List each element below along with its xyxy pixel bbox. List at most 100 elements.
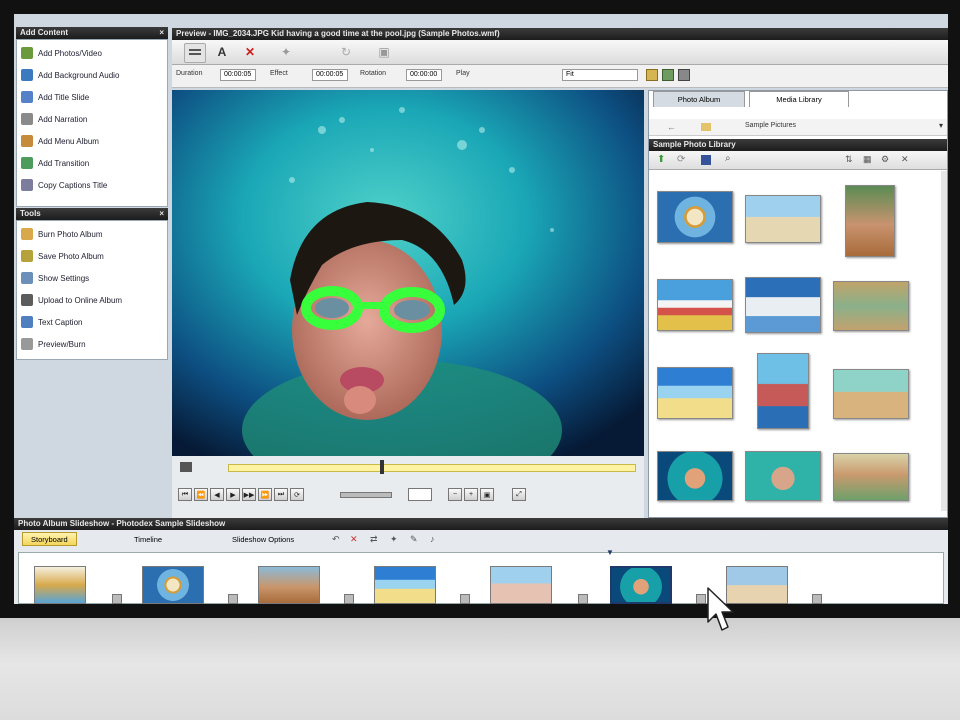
camera-icon[interactable] [678, 69, 690, 81]
photo-preview[interactable] [172, 90, 644, 456]
close-icon[interactable]: × [159, 208, 164, 220]
library-thumb[interactable] [833, 453, 909, 501]
task-add-transition[interactable]: Add Transition [21, 154, 89, 172]
next-slide-button[interactable]: ⏩ [258, 488, 272, 501]
film-icon [180, 462, 192, 472]
library-thumb[interactable] [657, 451, 733, 501]
up-folder-icon[interactable]: ⬆ [657, 154, 665, 165]
gallery-icon[interactable] [662, 69, 674, 81]
refresh-icon[interactable]: ⟳ [677, 154, 685, 165]
library-thumb[interactable] [745, 195, 821, 243]
close-icon[interactable]: × [159, 27, 164, 39]
scrubber-handle[interactable] [380, 460, 384, 474]
rotation-field[interactable]: 00:00:00 [406, 69, 442, 81]
tool-save-album[interactable]: Save Photo Album [21, 247, 104, 265]
folder-icon[interactable] [646, 69, 658, 81]
transition-icon[interactable]: ⇄ [370, 534, 378, 545]
tool-show-settings[interactable]: Show Settings [21, 269, 89, 287]
storyboard-frame-selected[interactable] [610, 566, 672, 604]
storyboard-frame[interactable] [142, 566, 204, 604]
duration-field[interactable]: 00:00:05 [220, 69, 256, 81]
task-add-title[interactable]: Add Title Slide [21, 88, 89, 106]
transition-marker[interactable] [812, 594, 822, 604]
tool-label: Show Settings [38, 273, 90, 283]
tool-burn-album[interactable]: Burn Photo Album [21, 225, 102, 243]
back-icon[interactable]: ← [667, 122, 676, 132]
menu-button[interactable] [184, 43, 206, 63]
task-copy-captions[interactable]: Copy Captions Title [21, 176, 107, 194]
settings-icon[interactable]: ⚙ [881, 154, 889, 165]
fullscreen-button[interactable]: ⤢ [512, 488, 526, 501]
transition-marker[interactable] [696, 594, 706, 604]
path-text[interactable]: Sample Pictures [745, 122, 796, 129]
volume-slider[interactable] [340, 492, 392, 498]
skip-start-button[interactable]: ⏮ [178, 488, 192, 501]
main-toolbar: A ✕ ✦ ↻ ▣ [172, 40, 948, 65]
library-thumb[interactable] [657, 191, 733, 243]
delete-icon[interactable]: ✕ [350, 534, 358, 545]
export-button[interactable]: ▣ [374, 43, 394, 61]
zoom-in-button[interactable]: + [464, 488, 478, 501]
effects-icon[interactable]: ✦ [390, 534, 398, 545]
view-icon[interactable]: ▦ [863, 154, 872, 165]
task-add-photos[interactable]: Add Photos/Video [21, 44, 102, 62]
delete-button[interactable]: ✕ [240, 43, 260, 61]
audio-icon[interactable]: ♪ [430, 534, 435, 544]
play-select[interactable]: Fit [562, 69, 638, 81]
save-icon[interactable] [701, 155, 711, 165]
loop-button[interactable]: ⟳ [290, 488, 304, 501]
transition-marker[interactable] [228, 594, 238, 604]
task-add-menu[interactable]: Add Menu Album [21, 132, 99, 150]
zoom-out-button[interactable]: − [448, 488, 462, 501]
play-button[interactable]: ▶ [226, 488, 240, 501]
search-icon[interactable]: ⌕ [725, 153, 731, 164]
library-thumb[interactable] [757, 353, 809, 429]
library-thumb[interactable] [745, 451, 821, 501]
storyboard-frame[interactable] [34, 566, 86, 604]
prev-slide-button[interactable]: ⏪ [194, 488, 208, 501]
tool-text-caption[interactable]: Text Caption [21, 313, 82, 331]
rewind-button[interactable]: ◀ [210, 488, 224, 501]
tool-upload[interactable]: Upload to Online Album [21, 291, 122, 309]
tab-timeline[interactable]: Timeline [126, 532, 170, 546]
dropdown-icon[interactable]: ▾ [939, 121, 943, 130]
transition-marker[interactable] [460, 594, 470, 604]
tool-preview-burn[interactable]: Preview/Burn [21, 335, 86, 353]
storyboard-frame[interactable] [374, 566, 436, 604]
library-scrollbar[interactable] [941, 171, 947, 511]
page-field[interactable] [408, 488, 432, 501]
library-thumb[interactable] [845, 185, 895, 257]
transition-marker[interactable] [112, 594, 122, 604]
skip-end-button[interactable]: ⏭ [274, 488, 288, 501]
rotate-button[interactable]: ↻ [336, 43, 356, 61]
task-add-audio[interactable]: Add Background Audio [21, 66, 119, 84]
timeline-scrubber[interactable] [228, 464, 636, 472]
storyboard-frame[interactable] [490, 566, 552, 604]
effects-button[interactable]: ✦ [276, 43, 296, 61]
task-add-narration[interactable]: Add Narration [21, 110, 87, 128]
tab-label: Photo Album [677, 95, 721, 104]
library-thumb[interactable] [745, 277, 821, 333]
library-thumb[interactable] [657, 367, 733, 419]
library-thumb[interactable] [657, 279, 733, 331]
library-thumb[interactable] [833, 281, 909, 331]
effect-field[interactable]: 00:00:05 [312, 69, 348, 81]
task-label: Add Background Audio [38, 70, 120, 80]
sort-icon[interactable]: ⇅ [845, 154, 853, 165]
preview-title: Preview - IMG_2034.JPG Kid having a good… [176, 29, 500, 38]
storyboard-frame[interactable] [258, 566, 320, 604]
transition-marker[interactable] [344, 594, 354, 604]
undo-icon[interactable]: ↶ [332, 534, 340, 545]
forward-button[interactable]: ▶▶ [242, 488, 256, 501]
library-thumb[interactable] [833, 369, 909, 419]
tab-slideshow-options[interactable]: Slideshow Options [224, 532, 302, 546]
fit-button[interactable]: ▣ [480, 488, 494, 501]
tab-storyboard[interactable]: Storyboard [22, 532, 77, 546]
transition-marker[interactable] [578, 594, 588, 604]
burn-icon [21, 228, 33, 240]
close-icon[interactable]: ✕ [901, 154, 909, 165]
tab-photo-album[interactable]: Photo Album [653, 91, 745, 107]
tab-media-library[interactable]: Media Library [749, 91, 849, 107]
text-button[interactable]: A [212, 43, 232, 61]
caption-icon[interactable]: ✎ [410, 534, 418, 545]
